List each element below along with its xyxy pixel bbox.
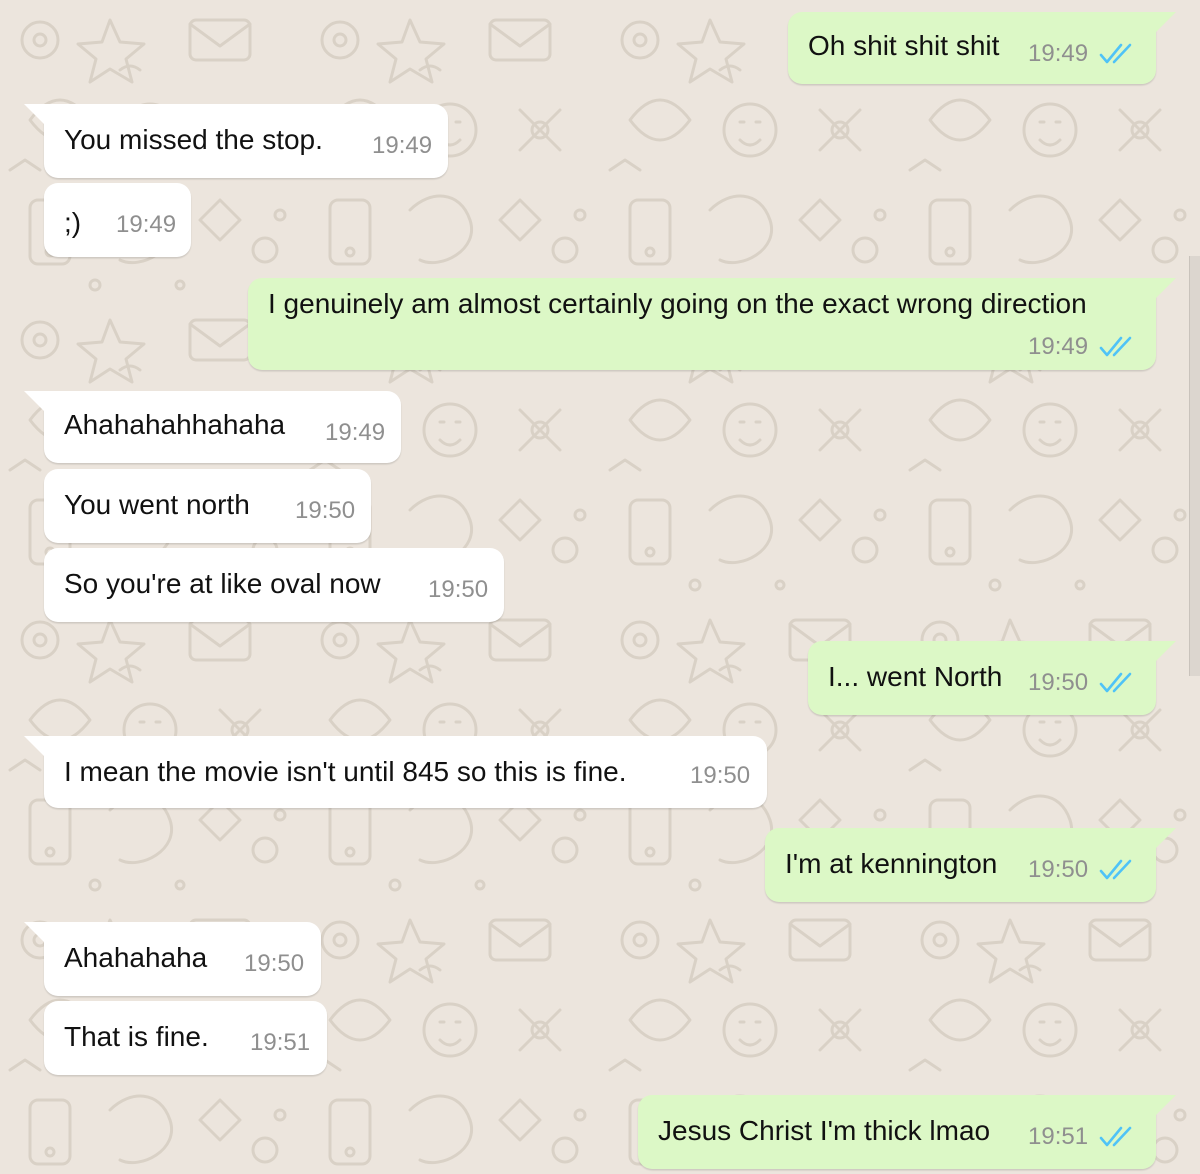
message-text: I mean the movie isn't until 845 so this… xyxy=(64,756,627,787)
message-timestamp: 19:50 xyxy=(428,576,489,603)
message-text: Ahahahahhahaha xyxy=(64,409,286,440)
incoming-message-bubble[interactable]: You went north 19:50 xyxy=(44,469,371,543)
message-meta: 19:49 xyxy=(1028,40,1138,68)
incoming-message-bubble[interactable]: You missed the stop. 19:49 xyxy=(24,104,448,178)
message-meta: 19:49 xyxy=(1028,333,1138,361)
message-timestamp: 19:50 xyxy=(244,950,305,977)
scrollbar[interactable] xyxy=(1189,256,1200,676)
outgoing-message-bubble[interactable]: I... went North 19:50 xyxy=(808,641,1176,715)
message-meta: 19:50 xyxy=(690,762,750,790)
message-text: Oh shit shit shit xyxy=(808,30,1000,61)
message-meta: 19:50 xyxy=(244,950,304,978)
message-list[interactable]: Oh shit shit shit 19:49 You missed the sto… xyxy=(0,0,1200,1174)
read-double-tick-icon xyxy=(1099,336,1132,357)
incoming-message-bubble[interactable]: So you're at like oval now 19:50 xyxy=(44,548,504,622)
message-timestamp: 19:49 xyxy=(372,132,433,159)
message-meta: 19:51 xyxy=(1028,1123,1138,1151)
incoming-message-bubble[interactable]: That is fine. 19:51 xyxy=(44,1001,327,1075)
message-text: You missed the stop. xyxy=(64,124,323,155)
outgoing-message-bubble[interactable]: I genuinely am almost certainly going on… xyxy=(248,278,1176,370)
incoming-message-bubble[interactable]: I mean the movie isn't until 845 so this… xyxy=(24,736,767,808)
message-timestamp: 19:49 xyxy=(116,211,177,238)
incoming-message-bubble[interactable]: Ahahahaha 19:50 xyxy=(24,922,321,996)
message-text: Ahahahaha xyxy=(64,942,208,973)
message-meta: 19:49 xyxy=(116,211,176,239)
outgoing-message-bubble[interactable]: I'm at kennington 19:50 xyxy=(765,828,1176,902)
message-meta: 19:49 xyxy=(325,419,385,447)
message-meta: 19:50 xyxy=(428,576,488,604)
outgoing-message-bubble[interactable]: Oh shit shit shit 19:49 xyxy=(788,12,1176,84)
incoming-message-bubble[interactable]: Ahahahahhahaha 19:49 xyxy=(24,391,401,463)
message-text: You went north xyxy=(64,489,250,520)
message-timestamp: 19:50 xyxy=(690,762,751,789)
message-text: I... went North xyxy=(828,661,1003,692)
message-timestamp: 19:51 xyxy=(250,1029,311,1056)
message-meta: 19:50 xyxy=(295,497,355,525)
message-meta: 19:49 xyxy=(372,132,432,160)
message-text: So you're at like oval now xyxy=(64,568,381,599)
message-text: Jesus Christ I'm thick lmao xyxy=(658,1115,991,1146)
message-timestamp: 19:49 xyxy=(1028,40,1089,67)
message-timestamp: 19:51 xyxy=(1028,1123,1089,1150)
message-meta: 19:50 xyxy=(1028,856,1138,884)
read-double-tick-icon xyxy=(1099,43,1132,64)
message-timestamp: 19:50 xyxy=(1028,669,1089,696)
read-double-tick-icon xyxy=(1099,672,1132,693)
message-text: That is fine. xyxy=(64,1021,209,1052)
message-text: I'm at kennington xyxy=(785,848,998,879)
message-text: ;) xyxy=(64,207,82,238)
message-text: I genuinely am almost certainly going on… xyxy=(268,288,1087,319)
message-meta: 19:50 xyxy=(1028,669,1138,697)
message-meta: 19:51 xyxy=(250,1029,310,1057)
incoming-message-bubble[interactable]: ;) 19:49 xyxy=(44,183,191,257)
outgoing-message-bubble[interactable]: Jesus Christ I'm thick lmao 19:51 xyxy=(638,1095,1176,1169)
message-timestamp: 19:50 xyxy=(295,497,356,524)
read-double-tick-icon xyxy=(1099,859,1132,880)
message-timestamp: 19:49 xyxy=(325,419,386,446)
message-timestamp: 19:50 xyxy=(1028,856,1089,883)
read-double-tick-icon xyxy=(1099,1126,1132,1147)
message-timestamp: 19:49 xyxy=(1028,333,1089,360)
